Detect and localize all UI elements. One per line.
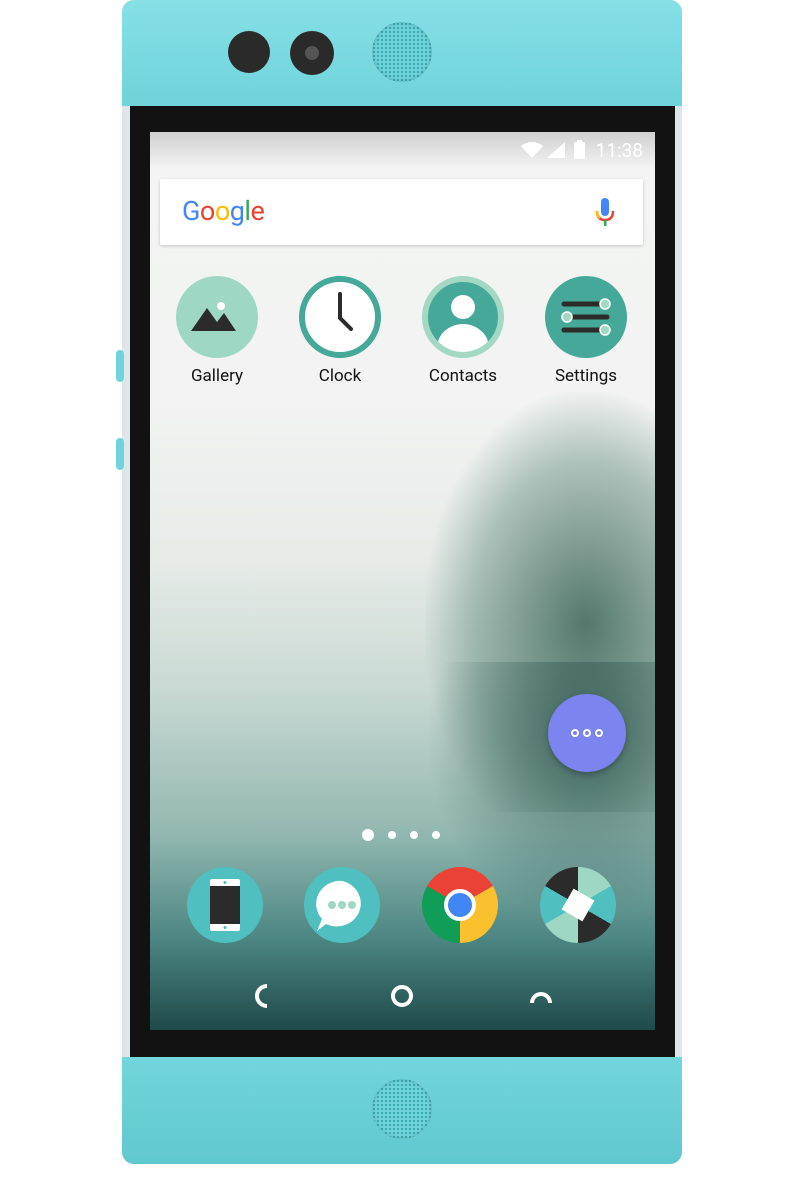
page-dot[interactable] (410, 831, 418, 839)
bottom-bezel (122, 1057, 682, 1164)
app-contacts[interactable]: Contacts (408, 276, 518, 386)
battery-icon (574, 140, 585, 159)
gallery-icon (176, 276, 258, 358)
page-dot-active[interactable] (362, 829, 374, 841)
power-button (116, 438, 124, 470)
app-gallery[interactable]: Gallery (162, 276, 272, 386)
bottom-speaker (372, 1079, 432, 1139)
recents-icon[interactable] (529, 990, 553, 1004)
home-icon[interactable] (390, 984, 414, 1008)
contacts-icon (422, 276, 504, 358)
app-clock[interactable]: Clock (285, 276, 395, 386)
more-horizontal-icon (571, 729, 603, 737)
camera-icon[interactable] (540, 867, 616, 943)
app-label: Contacts (428, 366, 498, 386)
app-label: Settings (554, 366, 618, 386)
page-dot[interactable] (388, 831, 396, 839)
app-settings[interactable]: Settings (531, 276, 641, 386)
phone-icon[interactable] (187, 867, 263, 943)
messaging-icon[interactable] (304, 867, 380, 943)
google-search-bar[interactable]: Google (160, 179, 643, 245)
top-bezel (122, 0, 682, 106)
app-label: Gallery (190, 366, 244, 386)
volume-button (116, 350, 124, 382)
earpiece-speaker (372, 22, 432, 82)
sensor (228, 31, 270, 73)
google-logo: Google (182, 195, 265, 227)
cellular-signal-icon (547, 142, 565, 158)
chrome-icon[interactable] (422, 867, 498, 943)
wifi-icon (521, 142, 543, 158)
app-label: Clock (318, 366, 362, 386)
mic-icon[interactable] (595, 198, 615, 228)
status-bar: 11:38 (150, 132, 655, 168)
home-screen: 11:38 Google Gallery Clock Contacts Sett… (150, 132, 655, 1030)
settings-icon (545, 276, 627, 358)
page-dot[interactable] (432, 831, 440, 839)
page-indicator (362, 829, 440, 841)
status-time: 11:38 (595, 139, 643, 162)
clock-icon (299, 276, 381, 358)
more-fab-button[interactable] (548, 694, 626, 772)
back-icon[interactable] (253, 984, 273, 1008)
front-camera (290, 31, 334, 75)
